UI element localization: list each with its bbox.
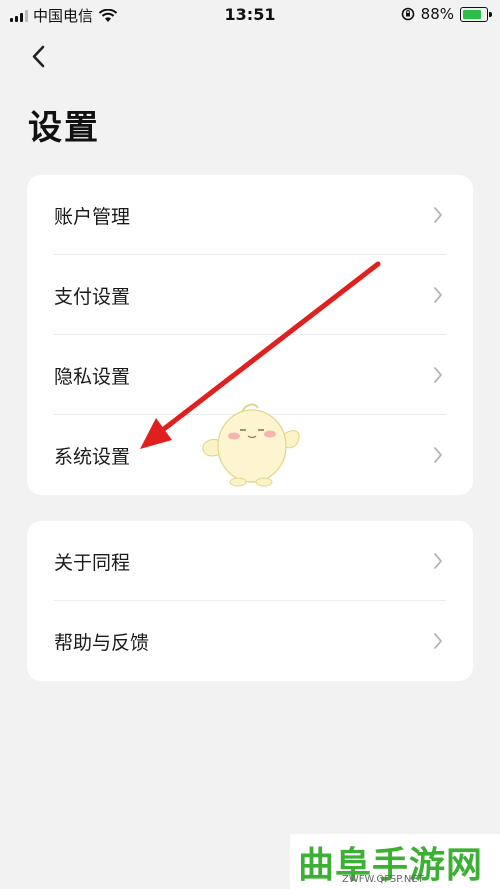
watermark: 曲阜手游网 ZWFW.QFSP.NET — [290, 834, 500, 889]
annotation-arrow — [140, 261, 381, 449]
watermark-url: ZWFW.QFSP.NET — [342, 874, 424, 885]
